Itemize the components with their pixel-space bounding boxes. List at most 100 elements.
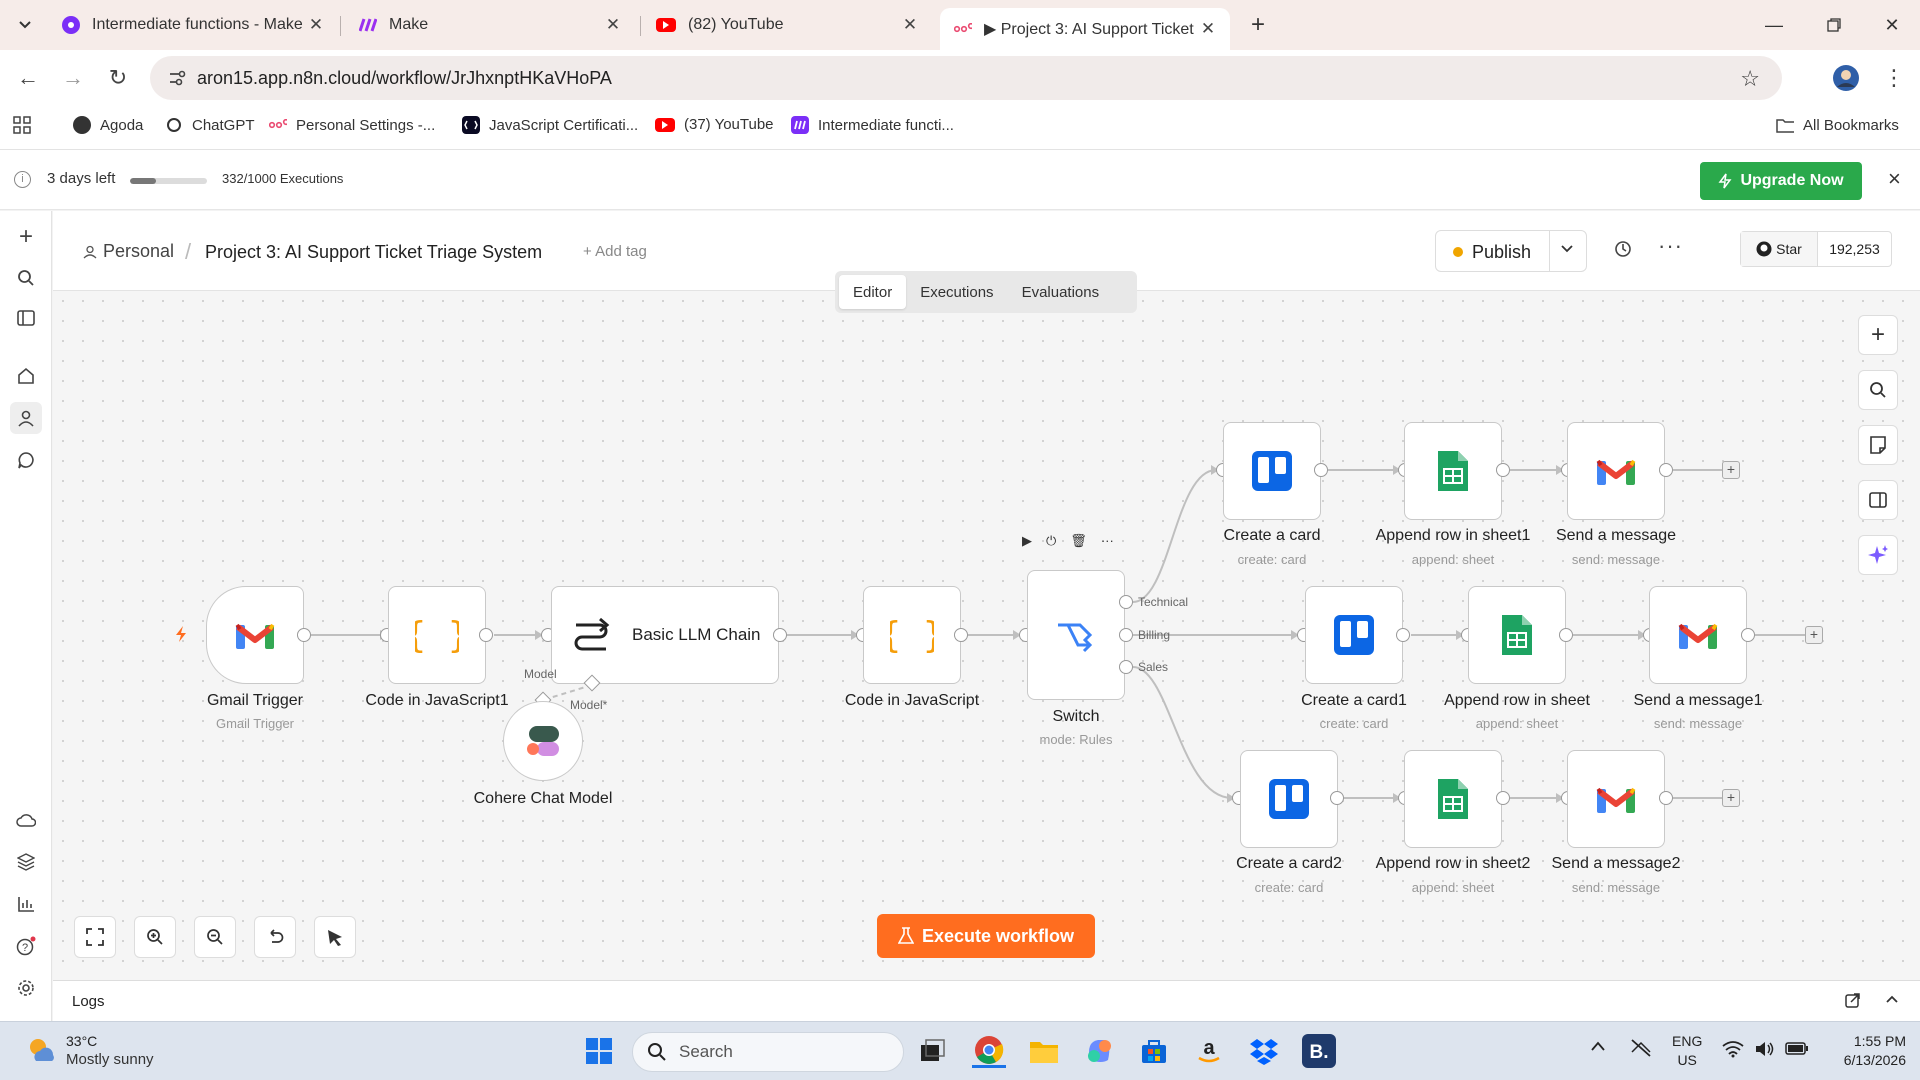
publish-button[interactable]: Publish (1435, 230, 1587, 272)
node-code-javascript[interactable]: { } (863, 586, 961, 684)
volume-icon[interactable] (1754, 1040, 1776, 1063)
profile-avatar[interactable] (1830, 62, 1862, 94)
node-gmail-trigger[interactable] (206, 586, 304, 684)
chevron-down-icon[interactable] (1560, 241, 1574, 257)
minimize-icon[interactable]: — (1744, 0, 1804, 50)
battery-icon[interactable] (1785, 1040, 1809, 1061)
bookmark-chatgpt[interactable]: ChatGPT (165, 116, 255, 134)
templates-icon[interactable] (10, 846, 42, 878)
output-port[interactable] (1496, 791, 1510, 805)
windows-start-icon[interactable] (582, 1034, 616, 1068)
execute-workflow-button[interactable]: Execute workflow (877, 914, 1095, 958)
output-port[interactable] (1659, 791, 1673, 805)
booking-icon[interactable]: B. (1302, 1034, 1336, 1068)
chevron-up-icon[interactable] (1590, 1038, 1606, 1057)
pop-out-icon[interactable] (1845, 992, 1861, 1013)
more-options-icon[interactable]: ··· (1101, 533, 1114, 549)
copilot-icon[interactable] (1082, 1034, 1116, 1068)
github-star-button[interactable]: Star (1741, 232, 1818, 266)
tidy-up-icon[interactable] (314, 916, 356, 958)
bookmark-agoda[interactable]: Agoda (73, 116, 143, 134)
output-port[interactable] (954, 628, 968, 642)
node-append-row-sheet[interactable] (1468, 586, 1566, 684)
node-basic-llm-chain[interactable]: Basic LLM Chain (551, 586, 779, 684)
close-tab-icon[interactable]: ✕ (603, 15, 623, 35)
cloud-icon[interactable] (10, 804, 42, 836)
node-send-message[interactable] (1567, 422, 1665, 520)
node-send-message1[interactable] (1649, 586, 1747, 684)
close-tab-icon[interactable]: ✕ (1198, 19, 1218, 39)
zoom-in-icon[interactable] (134, 916, 176, 958)
tab-editor[interactable]: Editor (839, 275, 907, 309)
node-create-card1[interactable] (1305, 586, 1403, 684)
node-send-message2[interactable] (1567, 750, 1665, 848)
workflow-name[interactable]: Project 3: AI Support Ticket Triage Syst… (205, 242, 542, 263)
output-port[interactable] (479, 628, 493, 642)
history-icon[interactable] (1613, 239, 1633, 264)
chevron-up-icon[interactable] (1885, 992, 1899, 1011)
output-port-sales[interactable] (1119, 660, 1133, 674)
node-switch[interactable] (1027, 570, 1125, 700)
output-port[interactable] (1396, 628, 1410, 642)
back-icon[interactable]: ← (12, 62, 44, 94)
bookmark-personal-settings[interactable]: Personal Settings -... (269, 116, 435, 134)
output-port-technical[interactable] (1119, 595, 1133, 609)
zoom-out-icon[interactable] (194, 916, 236, 958)
browser-menu-icon[interactable]: ⋮ (1878, 62, 1910, 94)
bookmark-youtube[interactable]: (37) YouTube (655, 116, 774, 133)
bookmark-star-icon[interactable]: ☆ (1740, 66, 1760, 92)
help-icon[interactable]: ? (10, 930, 42, 962)
tab-search-icon[interactable] (0, 0, 50, 50)
apps-grid-icon[interactable] (13, 116, 31, 134)
browser-tab-intermediate[interactable]: Intermediate functions - Make A ✕ (48, 8, 338, 42)
power-icon[interactable]: ⏻ (1046, 533, 1056, 549)
node-append-row-sheet1[interactable] (1404, 422, 1502, 520)
taskbar-search[interactable]: Search (632, 1032, 904, 1072)
search-icon[interactable] (10, 262, 42, 294)
microsoft-store-icon[interactable] (1137, 1034, 1171, 1068)
wifi-icon[interactable] (1722, 1040, 1744, 1063)
output-port[interactable] (297, 628, 311, 642)
browser-tab-n8n-active[interactable]: ▶ Project 3: AI Support Ticket T ✕ (940, 8, 1230, 50)
node-cohere-chat-model[interactable] (503, 701, 583, 781)
add-node-plus-button[interactable]: + (1805, 626, 1823, 644)
fit-view-icon[interactable] (74, 916, 116, 958)
node-append-row-sheet2[interactable] (1404, 750, 1502, 848)
close-tab-icon[interactable]: ✕ (900, 15, 920, 35)
close-tab-icon[interactable]: ✕ (306, 15, 326, 35)
add-node-plus-button[interactable]: + (1722, 461, 1740, 479)
reload-icon[interactable]: ↻ (102, 62, 134, 94)
all-bookmarks[interactable]: All Bookmarks (1776, 116, 1899, 134)
add-node-icon[interactable]: + (1858, 315, 1898, 355)
logs-panel[interactable]: Logs (53, 980, 1920, 1021)
more-options-icon[interactable]: ··· (1658, 233, 1683, 259)
upgrade-now-button[interactable]: Upgrade Now (1700, 162, 1862, 200)
address-bar[interactable]: aron15.app.n8n.cloud/workflow/JrJhxnptHK… (150, 56, 1782, 100)
add-node-plus-button[interactable]: + (1722, 789, 1740, 807)
workflow-canvas[interactable] (53, 291, 1920, 980)
sticky-note-icon[interactable] (1858, 425, 1898, 465)
tab-evaluations[interactable]: Evaluations (1008, 275, 1114, 309)
output-port[interactable] (1559, 628, 1573, 642)
node-create-card[interactable] (1223, 422, 1321, 520)
undo-icon[interactable] (254, 916, 296, 958)
settings-gear-icon[interactable] (10, 972, 42, 1004)
home-icon[interactable] (10, 360, 42, 392)
browser-tab-youtube[interactable]: (82) YouTube ✕ (642, 8, 932, 42)
bookmark-intermediate[interactable]: Intermediate functi... (791, 116, 954, 134)
close-window-icon[interactable]: ✕ (1862, 0, 1920, 50)
output-port[interactable] (1659, 463, 1673, 477)
insights-icon[interactable] (10, 888, 42, 920)
ai-sparkle-icon[interactable] (1858, 535, 1898, 575)
file-explorer-icon[interactable] (1027, 1034, 1061, 1068)
breadcrumb-personal[interactable]: Personal (83, 241, 174, 262)
output-port[interactable] (1314, 463, 1328, 477)
bookmark-javascript[interactable]: JavaScript Certificati... (462, 116, 638, 134)
add-tag-button[interactable]: + Add tag (583, 243, 647, 260)
site-settings-icon[interactable] (168, 69, 186, 92)
github-star-widget[interactable]: Star 192,253 (1740, 231, 1892, 267)
output-port[interactable] (1741, 628, 1755, 642)
restore-icon[interactable] (1804, 0, 1864, 50)
language-indicator[interactable]: ENG US (1672, 1032, 1702, 1070)
personal-icon[interactable] (10, 402, 42, 434)
